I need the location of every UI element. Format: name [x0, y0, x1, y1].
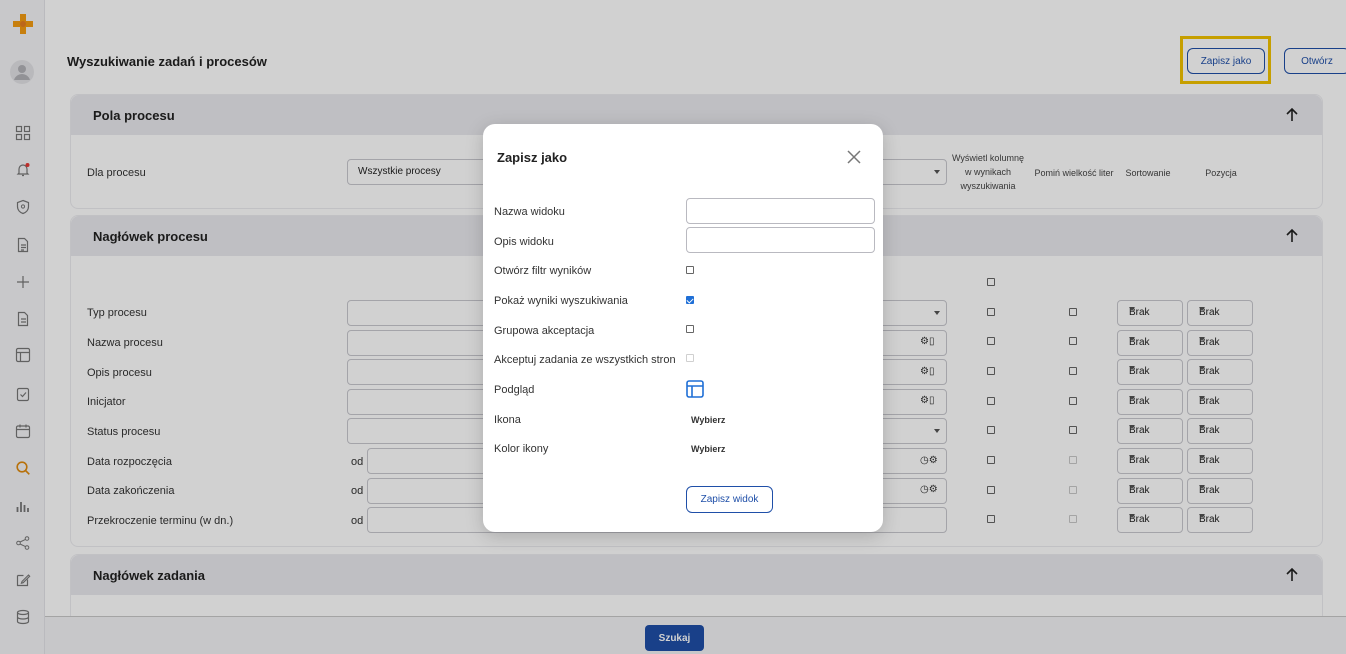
save-view-button[interactable]: Zapisz widok	[686, 486, 773, 513]
icon-label: Ikona	[494, 414, 521, 426]
icon-choose-button[interactable]: Wybierz	[691, 415, 725, 425]
view-name-input[interactable]	[686, 198, 875, 224]
view-name-label: Nazwa widoku	[494, 206, 565, 218]
layout-preview-icon[interactable]	[686, 380, 704, 398]
view-desc-input[interactable]	[686, 227, 875, 253]
save-as-dialog: Zapisz jako Nazwa widoku Opis widoku Otw…	[483, 124, 883, 532]
accept-all-label: Akceptuj zadania ze wszystkich stron	[494, 354, 676, 366]
dialog-title: Zapisz jako	[497, 150, 568, 165]
view-desc-label: Opis widoku	[494, 236, 554, 248]
close-icon[interactable]	[847, 150, 861, 164]
open-filter-label: Otwórz filtr wyników	[494, 265, 592, 277]
show-results-checkbox[interactable]	[686, 296, 694, 304]
accept-all-checkbox	[686, 354, 694, 362]
open-filter-checkbox[interactable]	[686, 266, 694, 274]
group-accept-label: Grupowa akceptacja	[494, 325, 595, 337]
show-results-label: Pokaż wyniki wyszukiwania	[494, 295, 628, 307]
preview-label: Podgląd	[494, 384, 535, 396]
icon-color-choose-button[interactable]: Wybierz	[691, 444, 725, 454]
group-accept-checkbox[interactable]	[686, 325, 694, 333]
icon-color-label: Kolor ikony	[494, 443, 549, 455]
